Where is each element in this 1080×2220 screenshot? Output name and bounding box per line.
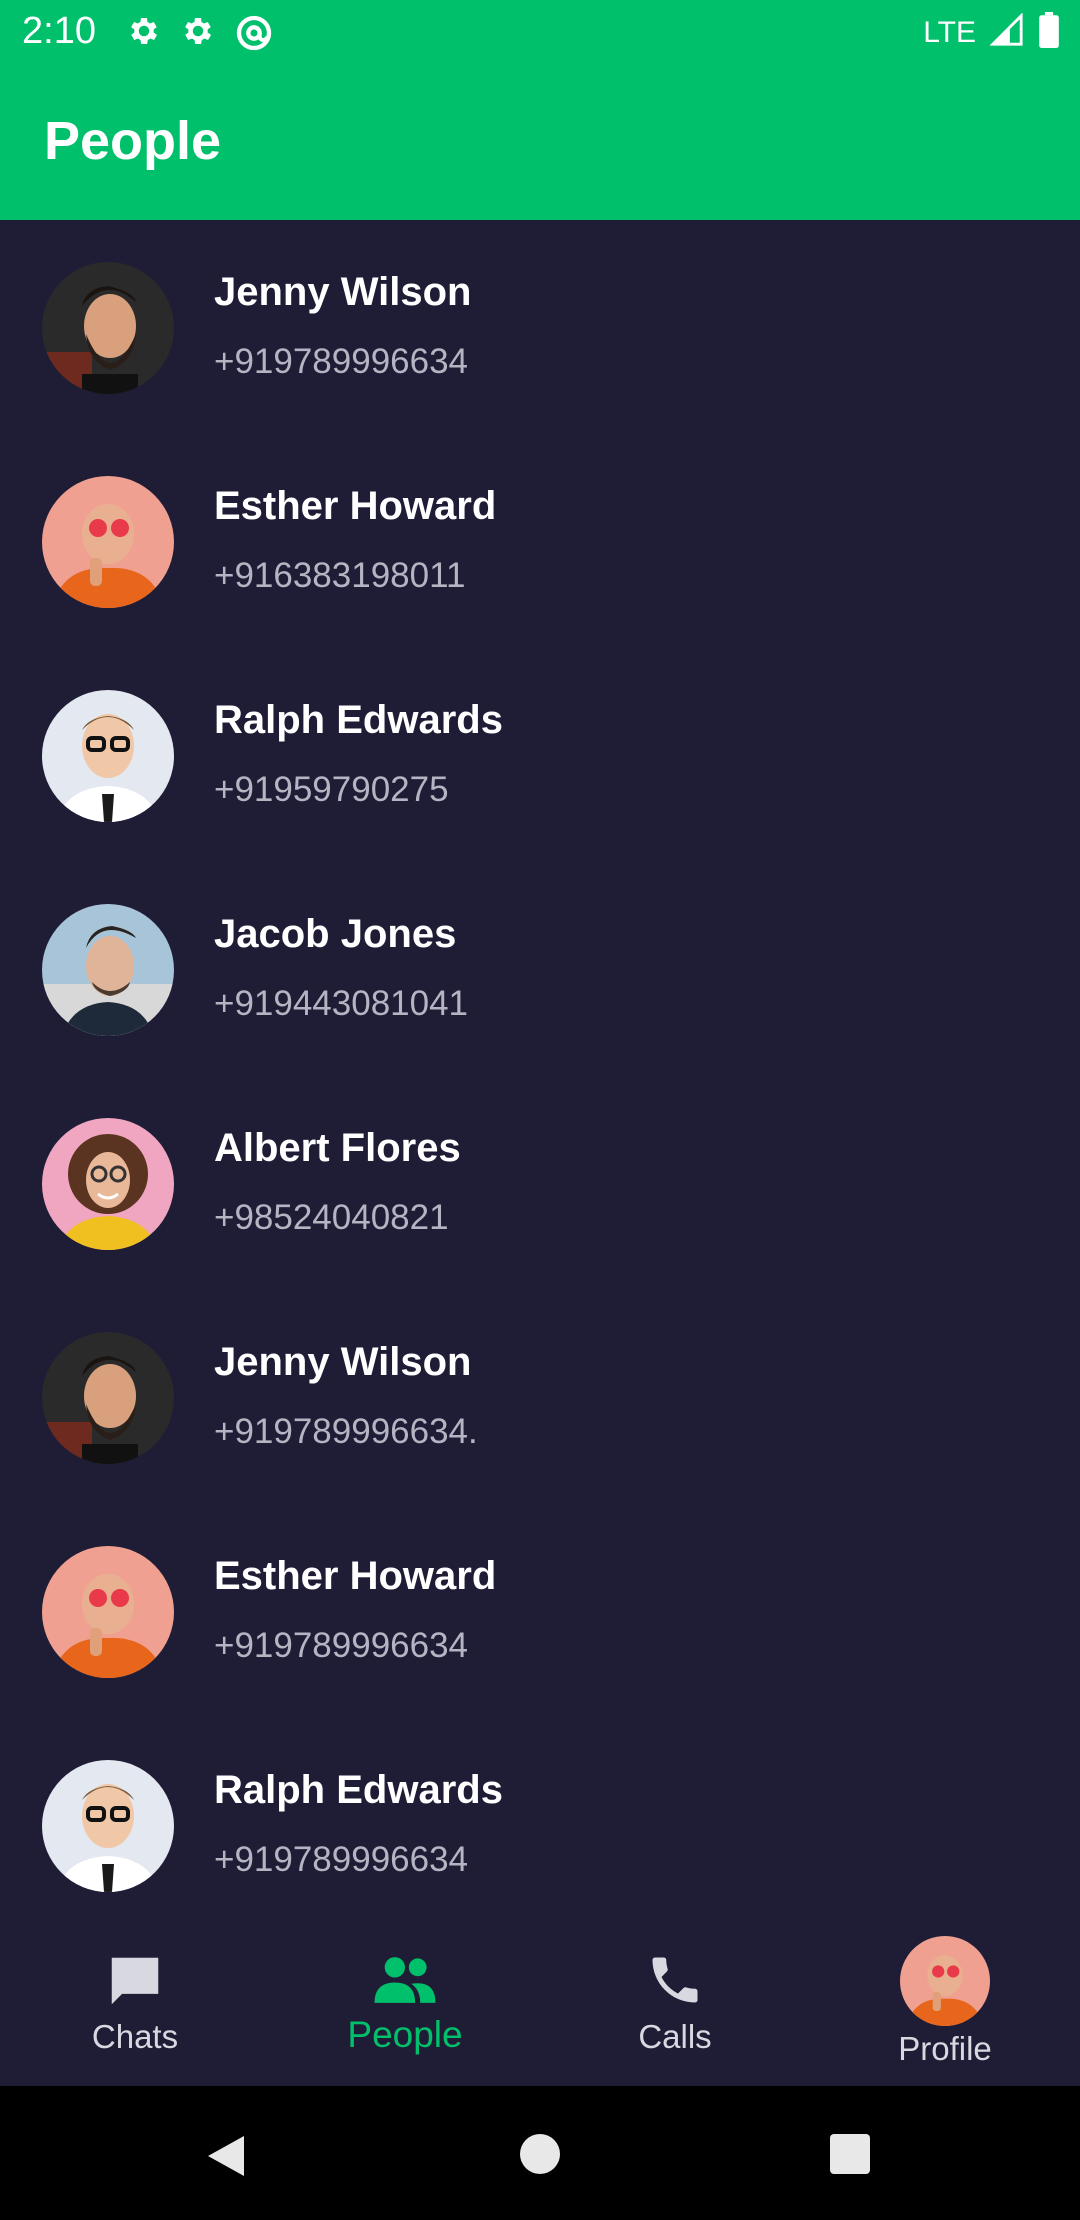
gear-icon <box>126 13 162 58</box>
contact-row[interactable]: Esther Howard +919789996634 <box>0 1504 1080 1718</box>
contact-name: Ralph Edwards <box>214 1768 503 1812</box>
phone-icon <box>645 1950 705 2015</box>
contact-phone: +919789996634 <box>214 342 469 381</box>
contact-avatar <box>42 1118 174 1250</box>
contact-avatar <box>42 262 174 394</box>
bottom-navigation: Chats People Calls Profile <box>0 1930 1080 2086</box>
back-icon[interactable] <box>204 2132 248 2185</box>
contact-name: Albert Flores <box>214 1126 461 1170</box>
nav-calls[interactable]: Calls <box>540 1930 810 2086</box>
contact-list[interactable]: Jenny Wilson +919789996634 Esther Howard… <box>0 220 1080 1930</box>
system-navigation-bar <box>0 2086 1080 2220</box>
home-icon[interactable] <box>518 2132 562 2181</box>
nav-calls-label: Calls <box>638 2018 712 2055</box>
nav-chats-label: Chats <box>91 2018 179 2055</box>
contact-avatar <box>42 476 174 608</box>
gear-icon <box>180 13 216 58</box>
contact-name: Jenny Wilson <box>214 270 472 314</box>
nav-people-label: People <box>347 2014 463 2055</box>
contact-name: Jenny Wilson <box>214 1340 472 1384</box>
app-header: 2:10 LTE People <box>0 0 1080 220</box>
contact-phone: +919443081041 <box>214 984 469 1023</box>
contact-row[interactable]: Ralph Edwards +919789996634 <box>0 1718 1080 1930</box>
contact-phone: +919789996634 <box>214 1626 469 1665</box>
at-sign-icon <box>234 13 274 58</box>
contact-row[interactable]: Jenny Wilson +919789996634 <box>0 220 1080 434</box>
status-system-icons: LTE <box>923 12 1060 53</box>
contact-row[interactable]: Jenny Wilson +919789996634. <box>0 1290 1080 1504</box>
contact-name: Jacob Jones <box>214 912 457 956</box>
contact-avatar <box>42 904 174 1036</box>
contact-row[interactable]: Jacob Jones +919443081041 <box>0 862 1080 1076</box>
contact-avatar <box>42 690 174 822</box>
contact-phone: +919789996634. <box>214 1412 478 1451</box>
network-type: LTE <box>923 15 976 49</box>
contact-phone: +91959790275 <box>214 770 449 809</box>
status-time: 2:10 <box>22 10 96 52</box>
contact-row[interactable]: Albert Flores +98524040821 <box>0 1076 1080 1290</box>
status-notification-icons <box>126 13 274 58</box>
nav-profile[interactable]: Profile <box>810 1930 1080 2086</box>
contact-avatar <box>42 1332 174 1464</box>
signal-icon <box>989 12 1024 52</box>
battery-icon <box>1038 12 1060 53</box>
contact-phone: +919789996634 <box>214 1840 469 1879</box>
nav-profile-label: Profile <box>898 2030 992 2067</box>
nav-people[interactable]: People <box>270 1930 540 2086</box>
contact-phone: +98524040821 <box>214 1198 449 1237</box>
nav-chats[interactable]: Chats <box>0 1930 270 2086</box>
contact-avatar <box>42 1760 174 1892</box>
status-bar: 2:10 LTE <box>0 0 1080 66</box>
contact-row[interactable]: Ralph Edwards +91959790275 <box>0 648 1080 862</box>
contact-phone: +916383198011 <box>214 556 466 595</box>
chat-icon <box>104 1950 166 2017</box>
people-icon <box>372 1950 438 2015</box>
contact-name: Ralph Edwards <box>214 698 503 742</box>
page-title: People <box>44 111 222 171</box>
contact-name: Esther Howard <box>214 484 497 528</box>
recents-icon[interactable] <box>828 2132 872 2181</box>
contact-avatar <box>42 1546 174 1678</box>
contact-row[interactable]: Esther Howard +916383198011 <box>0 434 1080 648</box>
contact-name: Esther Howard <box>214 1554 497 1598</box>
profile-avatar <box>900 1936 990 2026</box>
